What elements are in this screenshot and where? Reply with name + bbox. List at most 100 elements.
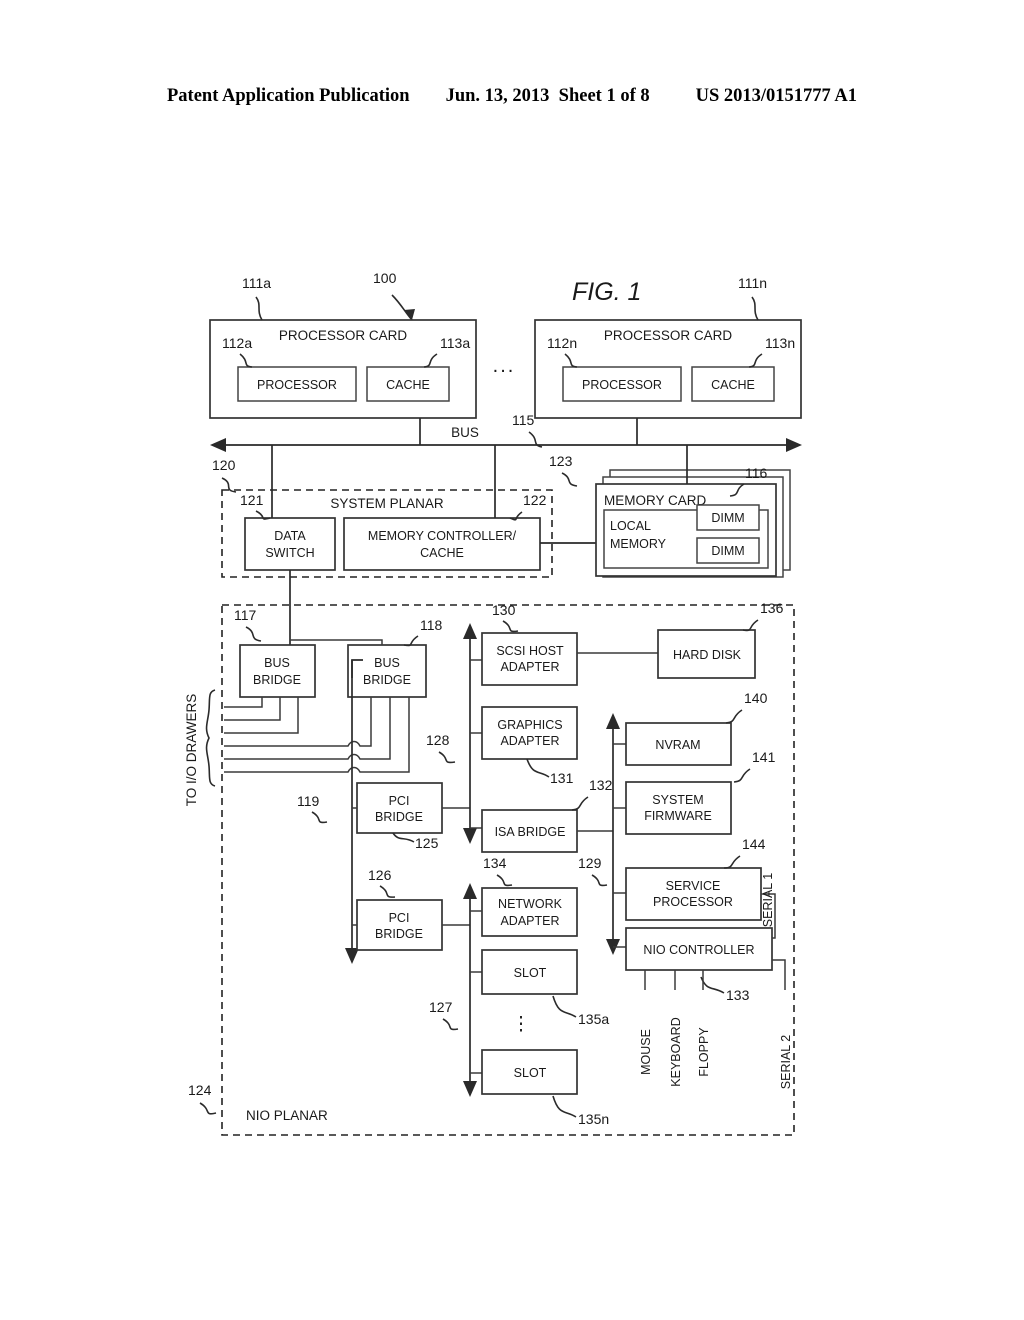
cache-n-label: CACHE — [711, 378, 755, 392]
ref-117-label: 117 — [234, 607, 257, 623]
processor-a-label: PROCESSOR — [257, 378, 337, 392]
processor-card-n-label: PROCESSOR CARD — [604, 328, 733, 343]
memory-card-label: MEMORY CARD — [604, 493, 707, 508]
ref-118-label: 118 — [420, 617, 443, 633]
bus-label: BUS — [451, 425, 479, 440]
pci-bridge-2-label-line2: BRIDGE — [375, 927, 423, 941]
figure-title: FIG. 1 — [572, 278, 641, 306]
nio-port-label-keyboard: KEYBOARD — [669, 1017, 683, 1086]
network-adapter-box — [481, 887, 578, 937]
graphics-adapter-label-line1: GRAPHICS — [497, 718, 562, 732]
ref-112n-label: 112n — [547, 335, 577, 351]
slot-a-group: SLOT 135a — [481, 949, 609, 1027]
local-memory-label-line2: MEMORY — [610, 537, 667, 551]
data-switch-label-line2: SWITCH — [265, 546, 314, 560]
system-planar-label: SYSTEM PLANAR — [330, 496, 444, 511]
processor-cards-ellipsis: ... — [493, 355, 516, 377]
nio-planar-label: NIO PLANAR — [246, 1108, 328, 1123]
pci-bus-128-arrow-down — [463, 828, 477, 844]
scsi-host-adapter-label-line2: ADAPTER — [500, 660, 559, 674]
ref-128-label: 128 — [426, 732, 450, 748]
pci-bridge-2-box — [356, 899, 443, 951]
isa-bridge-group: ISA BRIDGE 132 — [481, 777, 613, 853]
system-firmware-label-line2: FIRMWARE — [644, 809, 712, 823]
nio-port-label-floppy: FLOPPY — [697, 1027, 711, 1077]
serial-ports-group: SERIAL 1 SERIAL 2 — [761, 873, 793, 1089]
bus-bridge-2-label-line2: BRIDGE — [363, 673, 411, 687]
bus-bridge-1-box — [239, 644, 316, 698]
nio-controller-group: NIO CONTROLLER 133 MOUSE KEYBOARD FLOPPY — [625, 927, 773, 1087]
data-switch-box — [244, 517, 336, 571]
ref-112a-label: 112a — [222, 335, 252, 351]
nio-controller-label: NIO CONTROLLER — [643, 943, 754, 957]
pci-bus-128-arrow-up — [463, 623, 477, 639]
hard-disk-group: HARD DISK 136 — [657, 600, 784, 679]
nio-port-label-mouse: MOUSE — [639, 1029, 653, 1075]
system-firmware-box — [625, 781, 732, 835]
ref-124-label: 124 — [188, 1082, 212, 1098]
slot-n-label: SLOT — [514, 1066, 547, 1080]
memory-card-stack: MEMORY CARD LOCAL MEMORY DIMM DIMM 123 1… — [549, 445, 791, 578]
slot-ellipsis: ⋮ — [512, 1014, 531, 1035]
slot-n-group: SLOT 135n — [481, 1049, 609, 1127]
ref-131-label: 131 — [550, 770, 574, 786]
pci-bridge-1-group: PCI BRIDGE 125 — [352, 782, 470, 851]
bus-bridge-2-box — [347, 644, 427, 698]
memory-controller-label-line2: CACHE — [420, 546, 464, 560]
scsi-host-adapter-label-line1: SCSI HOST — [496, 644, 564, 658]
ref-113a-label: 113a — [440, 335, 470, 351]
ref-135a-label: 135a — [578, 1011, 609, 1027]
ref-119-label: 119 — [297, 793, 320, 809]
ref-113n-label: 113n — [765, 335, 795, 351]
ref-121-label: 121 — [240, 492, 264, 508]
local-memory-label-line1: LOCAL — [610, 519, 651, 533]
ref-111a-label: 111a — [242, 275, 271, 291]
ref-100-label: 100 — [373, 270, 397, 286]
ref-125-label: 125 — [415, 835, 439, 851]
ref-127-label: 127 — [429, 999, 453, 1015]
pci-bridge-2-group: PCI BRIDGE 126 — [352, 867, 470, 951]
dimm-label-1: DIMM — [711, 511, 744, 525]
service-processor-box — [625, 867, 762, 921]
isa-bridge-label: ISA BRIDGE — [495, 825, 566, 839]
nvram-group: NVRAM 140 — [625, 690, 768, 766]
processor-card-a: PROCESSOR CARD PROCESSOR CACHE 111a 112a… — [209, 275, 477, 419]
pci-bridge-1-label-line2: BRIDGE — [375, 810, 423, 824]
ref-132-label: 132 — [589, 777, 613, 793]
network-adapter-group: NETWORK ADAPTER 134 — [481, 855, 578, 937]
data-switch-label-line1: DATA — [274, 529, 306, 543]
patent-figure-page: Patent Application Publication Jun. 13, … — [0, 0, 1024, 1320]
bus-arrow-left — [210, 438, 226, 452]
ref-129-label: 129 — [578, 855, 602, 871]
ref-120-label: 120 — [212, 457, 236, 473]
pci-bridge-1-label-line1: PCI — [389, 794, 410, 808]
network-adapter-label-line2: ADAPTER — [500, 914, 559, 928]
io-drawers-group: TO I/O DRAWERS — [184, 689, 216, 807]
pci-bus-127-arrow-down — [463, 1081, 477, 1097]
ref-116-label: 116 — [745, 465, 768, 481]
bus-bridge-1-label-line1: BUS — [264, 656, 290, 670]
io-drawers-label: TO I/O DRAWERS — [184, 694, 199, 807]
service-processor-label-line1: SERVICE — [666, 879, 721, 893]
bus-bridge-2-label-line1: BUS — [374, 656, 400, 670]
ref-123-label: 123 — [549, 453, 573, 469]
cache-a-label: CACHE — [386, 378, 430, 392]
pci-bridge-2-label-line1: PCI — [389, 911, 410, 925]
bus-bridge-1-label-line2: BRIDGE — [253, 673, 301, 687]
ref-111n-label: 111n — [738, 275, 767, 291]
serial-port-label-1: SERIAL 1 — [761, 873, 775, 927]
ref-144-label: 144 — [742, 836, 766, 852]
graphics-adapter-label-line2: ADAPTER — [500, 734, 559, 748]
dimm-label-2: DIMM — [711, 544, 744, 558]
isa-bus-arrow-up — [606, 713, 620, 729]
hard-disk-label: HARD DISK — [673, 648, 742, 662]
serial-port-label-2: SERIAL 2 — [779, 1035, 793, 1089]
ref-130-label: 130 — [492, 602, 516, 618]
slot-a-label: SLOT — [514, 966, 547, 980]
ref-134-label: 134 — [483, 855, 507, 871]
service-processor-label-line2: PROCESSOR — [653, 895, 733, 909]
pci-bus-127-arrow-up — [463, 883, 477, 899]
bus-bridge-1-group: BUS BRIDGE 117 — [234, 607, 316, 698]
ref-136-label: 136 — [760, 600, 784, 616]
ref-140-label: 140 — [744, 690, 768, 706]
